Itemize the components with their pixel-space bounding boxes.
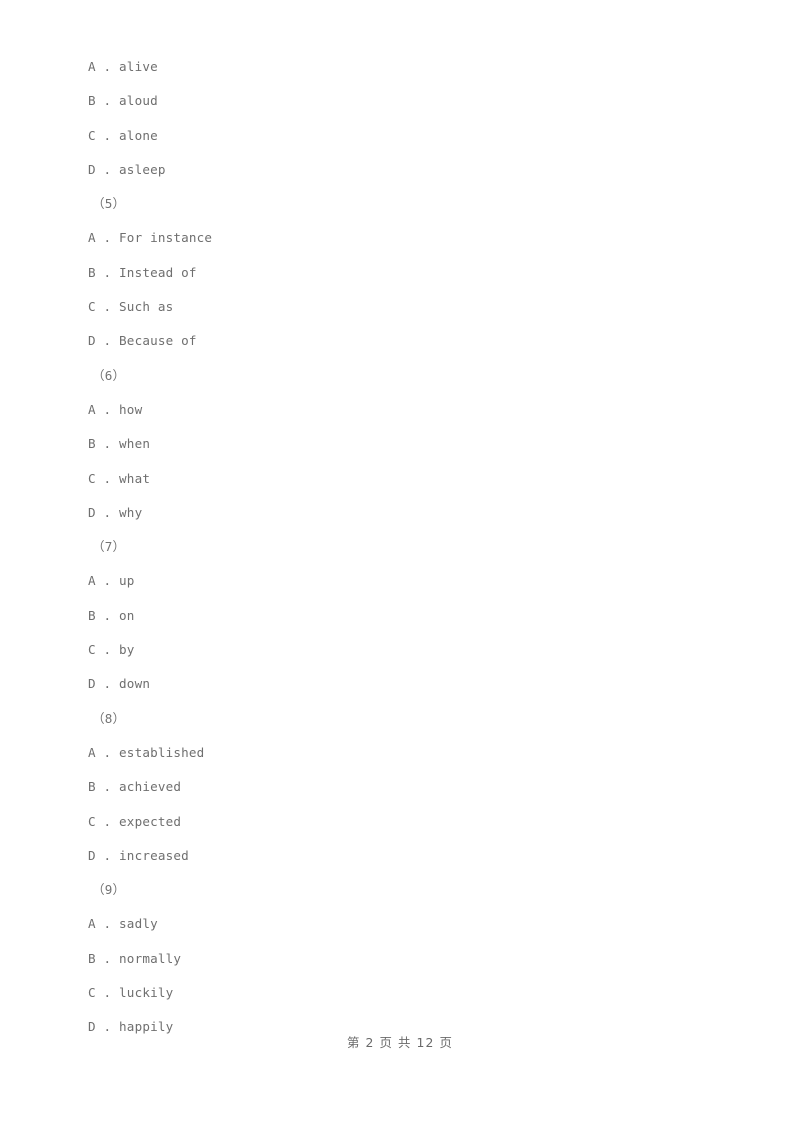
answer-options-list: A . alive B . aloud C . alone D . asleep （5）… bbox=[88, 50, 728, 1045]
answer-option: B . Instead of bbox=[88, 264, 197, 280]
answer-option: C . Such as bbox=[88, 299, 174, 315]
answer-option: D . increased bbox=[88, 847, 189, 863]
question-number: （5） bbox=[92, 196, 126, 212]
answer-option: B . on bbox=[88, 607, 135, 623]
document-page: A . alive B . aloud C . alone D . asleep （5）… bbox=[0, 0, 800, 1132]
answer-option: A . how bbox=[88, 401, 143, 417]
question-number: （9） bbox=[92, 882, 126, 898]
answer-option: C . by bbox=[88, 642, 135, 658]
answer-option: D . asleep bbox=[88, 161, 166, 177]
answer-option: A . established bbox=[88, 744, 205, 760]
answer-option: B . achieved bbox=[88, 779, 182, 795]
answer-option: A . up bbox=[88, 573, 135, 589]
answer-option: C . expected bbox=[88, 813, 182, 829]
question-number: （7） bbox=[92, 539, 126, 555]
answer-option: B . when bbox=[88, 436, 151, 452]
answer-option: C . alone bbox=[88, 127, 158, 143]
answer-option: C . luckily bbox=[88, 985, 174, 1001]
answer-option: A . alive bbox=[88, 59, 158, 74]
page-number-footer: 第 2 页 共 12 页 bbox=[346, 1035, 454, 1050]
answer-option: A . For instance bbox=[88, 230, 213, 246]
answer-option: A . sadly bbox=[88, 916, 158, 932]
answer-option: D . Because of bbox=[88, 333, 197, 349]
answer-option: D . why bbox=[88, 504, 143, 520]
answer-option: B . aloud bbox=[88, 93, 158, 109]
question-number: （8） bbox=[92, 710, 126, 726]
answer-option: B . normally bbox=[88, 950, 182, 966]
answer-option: D . down bbox=[88, 676, 151, 692]
answer-option: C . what bbox=[88, 470, 151, 486]
question-number: （6） bbox=[92, 367, 126, 383]
